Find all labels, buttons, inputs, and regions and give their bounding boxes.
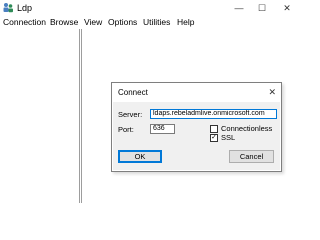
- close-window-button[interactable]: ✕: [280, 2, 294, 14]
- menu-browse[interactable]: Browse: [50, 16, 78, 29]
- menu-options[interactable]: Options: [108, 16, 137, 29]
- dialog-close-icon[interactable]: ✕: [268, 87, 276, 98]
- menu-utilities[interactable]: Utilities: [143, 16, 170, 29]
- minimize-button[interactable]: —: [232, 2, 246, 14]
- dialog-body: Server: ldaps.rebeladmlive.onmicrosoft.c…: [113, 102, 280, 170]
- ssl-label: SSL: [221, 133, 236, 142]
- maximize-button[interactable]: ☐: [255, 2, 269, 14]
- dialog-title: Connect: [118, 88, 148, 97]
- server-input[interactable]: ldaps.rebeladmlive.onmicrosoft.com: [150, 109, 277, 119]
- ssl-checkbox[interactable]: ✓: [210, 134, 218, 142]
- port-label: Port:: [118, 125, 134, 134]
- ok-button[interactable]: OK: [118, 150, 162, 163]
- cancel-button[interactable]: Cancel: [229, 150, 274, 163]
- menu-help[interactable]: Help: [177, 16, 194, 29]
- server-label: Server:: [118, 110, 143, 119]
- menu-bar: Connection Browse View Options Utilities…: [0, 16, 300, 29]
- window-title: Ldp: [17, 3, 33, 13]
- menu-view[interactable]: View: [84, 16, 102, 29]
- tree-pane[interactable]: [0, 29, 80, 203]
- connect-dialog: Connect ✕ Server: ldaps.rebeladmlive.onm…: [111, 82, 282, 172]
- ldp-app-icon: [3, 3, 13, 13]
- connectionless-checkbox[interactable]: [210, 125, 218, 133]
- title-bar: Ldp — ☐ ✕: [0, 0, 300, 16]
- port-input[interactable]: 636: [150, 124, 175, 134]
- menu-connection[interactable]: Connection: [3, 16, 46, 29]
